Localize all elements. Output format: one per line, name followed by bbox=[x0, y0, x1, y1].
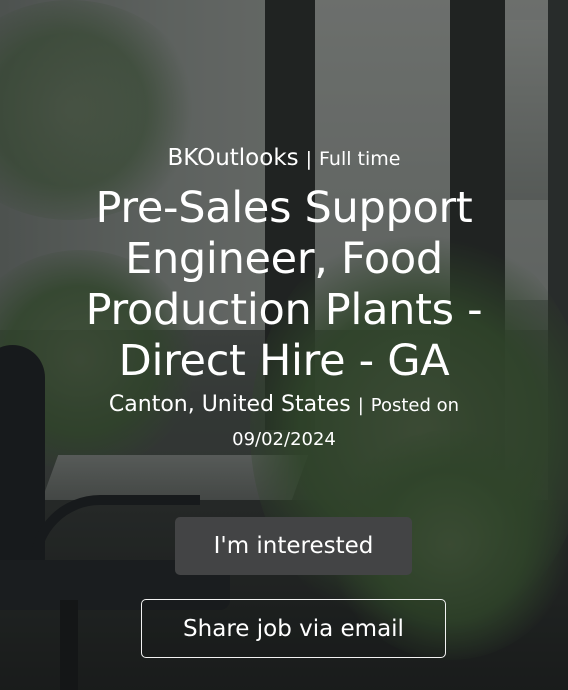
company-name: BKOutlooks bbox=[167, 145, 299, 171]
job-hero: BKOutlooks | Full time Pre-Sales Support… bbox=[0, 0, 568, 690]
employment-type: Full time bbox=[319, 148, 401, 170]
share-job-email-button[interactable]: Share job via email bbox=[141, 599, 446, 658]
posted-label: Posted on bbox=[370, 395, 460, 416]
job-meta-line: BKOutlooks | Full time bbox=[0, 143, 568, 174]
share-job-email-label: Share job via email bbox=[183, 615, 404, 642]
job-location: Canton, United States bbox=[108, 392, 351, 417]
meta-separator: | bbox=[357, 395, 364, 416]
posted-date: 09/02/2024 bbox=[232, 429, 336, 450]
job-title: Pre-Sales Support Engineer, Food Product… bbox=[85, 183, 483, 386]
interested-button-label: I'm interested bbox=[213, 533, 374, 559]
meta-separator: | bbox=[305, 148, 313, 170]
job-location-line: Canton, United States | Posted on 09/02/… bbox=[30, 388, 538, 456]
interested-button[interactable]: I'm interested bbox=[175, 517, 412, 575]
